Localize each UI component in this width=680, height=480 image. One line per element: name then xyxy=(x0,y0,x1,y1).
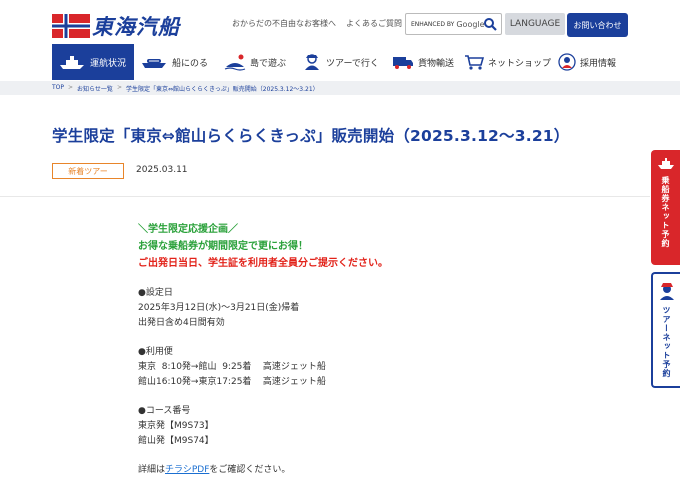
nav-item-island[interactable]: 島で遊ぶ xyxy=(218,44,296,80)
nav-item-label: ツアーで行く xyxy=(326,58,379,69)
course-line: 館山発【M9S74】 xyxy=(138,436,214,446)
service-line: 館山16:10発→東京17:25着 高速ジェット船 xyxy=(138,377,326,387)
nav-item-cargo[interactable]: 貨物輸送 xyxy=(386,44,458,80)
nav-item-shop[interactable]: ネットショップ xyxy=(458,44,552,80)
nav-item-status[interactable]: 運航状況 xyxy=(52,44,134,80)
tour-guide-icon xyxy=(659,283,674,300)
search-input[interactable]: ENHANCED BY Google xyxy=(405,13,502,35)
notice-line: ご出発日当日、学生証を利用者全員分ご提示ください。 xyxy=(138,258,388,269)
period-line: 2025年3月12日(水)〜3月21日(金)帰着 xyxy=(138,303,300,313)
course-heading: ●コース番号 xyxy=(138,406,191,416)
divider xyxy=(0,196,650,197)
language-button[interactable]: LANGUAGE xyxy=(505,13,565,35)
period-line: 出発日含め4日間有効 xyxy=(138,318,225,328)
nav-item-label: 貨物輸送 xyxy=(418,58,455,69)
accessibility-link[interactable]: おからだの不自由なお客様へ xyxy=(232,18,336,29)
main-nav: 運航状況 船にのる 島で遊ぶ ツアーで行く 貨物輸送 ネットショップ 採用情報 xyxy=(52,44,632,80)
ship-icon xyxy=(657,158,674,169)
recruit-person-icon xyxy=(558,53,576,71)
nav-item-label: ネットショップ xyxy=(488,58,552,69)
nav-item-recruit[interactable]: 採用情報 xyxy=(552,44,632,80)
nav-item-boarding[interactable]: 船にのる xyxy=(134,44,218,80)
course-line: 東京発【M9S73】 xyxy=(138,421,214,431)
breadcrumb-top[interactable]: TOP xyxy=(52,84,64,93)
breadcrumb-separator: > xyxy=(116,84,122,91)
service-heading: ●利用便 xyxy=(138,347,173,357)
campaign-heading: ＼学生限定応援企画／ xyxy=(138,224,238,235)
service-line: 東京 8:10発→館山 9:25着 高速ジェット船 xyxy=(138,362,326,372)
cart-icon xyxy=(465,55,484,70)
ship-ticket-reservation-label: 乗船券ネット予約 xyxy=(661,176,670,248)
breadcrumb-separator: > xyxy=(68,84,74,91)
breadcrumb-current: 学生限定「東京⇔館山らくらくきっぷ」販売開始（2025.3.12〜3.21） xyxy=(125,86,319,93)
campaign-subheading: お得な乗船券が期間限定で更にお得！ xyxy=(138,241,308,252)
island-icon xyxy=(224,54,246,71)
site-logo[interactable]: 東海汽船 xyxy=(52,11,180,41)
search-icon[interactable] xyxy=(483,17,497,31)
breadcrumb: TOP > お知らせ一覧 > 学生限定「東京⇔館山らくらくきっぷ」販売開始（20… xyxy=(52,84,319,93)
cargo-truck-icon xyxy=(393,57,413,69)
nav-item-label: 島で遊ぶ xyxy=(250,58,287,69)
article-body: ＼学生限定応援企画／ お得な乗船券が期間限定で更にお得！ ご出発日当日、学生証を… xyxy=(138,221,578,478)
breadcrumb-news[interactable]: お知らせ一覧 xyxy=(77,84,113,93)
tour-reservation-label: ツアーネット予約 xyxy=(662,306,671,378)
detail-prefix: 詳細は xyxy=(138,465,166,475)
post-date: 2025.03.11 xyxy=(136,165,188,175)
logo-text: 東海汽船 xyxy=(92,15,180,39)
flag-logo-icon xyxy=(52,14,90,38)
faq-link[interactable]: よくあるご質問 xyxy=(346,18,402,29)
tour-reservation-tab[interactable]: ツアーネット予約 xyxy=(651,272,680,388)
top-links: おからだの不自由なお客様へ よくあるご質問 xyxy=(232,18,402,29)
nav-item-tour[interactable]: ツアーで行く xyxy=(296,44,386,80)
ship-status-icon xyxy=(60,56,84,69)
contact-button[interactable]: お問い合わせ xyxy=(567,13,628,37)
nav-item-label: 採用情報 xyxy=(580,58,617,69)
ship-ticket-reservation-tab[interactable]: 乗船券ネット予約 xyxy=(651,150,680,265)
boat-icon xyxy=(142,59,166,68)
category-badge: 新着ツアー xyxy=(52,163,124,179)
nav-item-label: 船にのる xyxy=(172,58,209,69)
detail-suffix: をご確認ください。 xyxy=(209,465,291,475)
nav-item-label: 運航状況 xyxy=(90,58,127,69)
search-enhanced-label: ENHANCED BY xyxy=(411,20,455,28)
tour-person-icon xyxy=(305,54,319,70)
site-header: 東海汽船 おからだの不自由なお客様へ よくあるご質問 ENHANCED BY G… xyxy=(0,0,680,44)
period-heading: ●設定日 xyxy=(138,288,173,298)
search-google-label: Google xyxy=(456,19,485,29)
page-title: 学生限定「東京⇔館山らくらくきっぷ」販売開始（2025.3.12〜3.21） xyxy=(52,127,570,145)
flyer-pdf-link[interactable]: チラシPDF xyxy=(165,465,209,475)
detail-line: 詳細はチラシPDFをご確認ください。 xyxy=(138,463,578,478)
